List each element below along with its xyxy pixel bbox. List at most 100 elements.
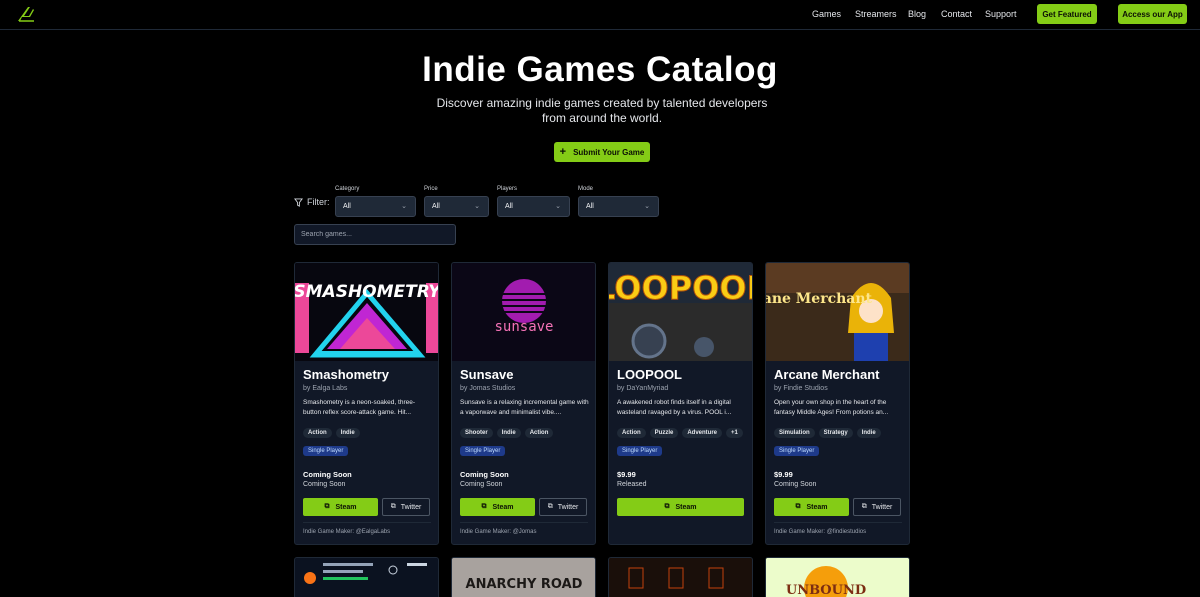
top-navbar: Games Streamers Blog Contact Support Get… <box>0 0 1200 30</box>
game-maker-link[interactable]: Indie Game Maker: @Jomas <box>460 529 536 535</box>
game-card-smashometry[interactable]: SMASHOMETRY Smashometry by Ealga Labs Sm… <box>294 262 439 545</box>
game-developer: by Findie Studios <box>774 385 828 392</box>
game-description: Sunsave is a relaxing incremental game w… <box>460 399 589 416</box>
steam-button[interactable]: ⧉ Steam <box>303 498 378 516</box>
players-value: All <box>505 203 513 210</box>
game-description: Open your own shop in the heart of the f… <box>774 399 889 416</box>
twitter-button[interactable]: ⧉ Twitter <box>853 498 901 516</box>
game-card-loopool[interactable]: LOOPOOL LOOPOOL by DaYanMyriad A awakene… <box>608 262 753 545</box>
game-description: A awakened robot finds itself in a digit… <box>617 399 732 416</box>
mode-select[interactable]: All ⌄ <box>578 196 659 217</box>
price-label: Price <box>424 186 438 192</box>
external-link-icon: ⧉ <box>861 503 867 510</box>
tag: Strategy <box>818 428 853 438</box>
tag-list: Simulation Strategy Indie <box>774 428 881 438</box>
twitter-label: Twitter <box>557 503 579 511</box>
game-card-arcane-merchant[interactable]: Arcane Merchant Arcane Merchant by Findi… <box>765 262 910 545</box>
tag: Simulation <box>774 428 815 438</box>
external-link-icon: ⧉ <box>547 503 553 510</box>
access-app-button[interactable]: Access our App <box>1118 4 1187 24</box>
steam-label: Steam <box>492 503 514 511</box>
divider <box>460 522 588 523</box>
game-title[interactable]: LOOPOOL <box>617 367 682 382</box>
search-input[interactable] <box>294 224 456 245</box>
chevron-down-icon: ⌄ <box>401 203 407 210</box>
nav-contact[interactable]: Contact <box>941 9 972 19</box>
game-developer: by Ealga Labs <box>303 385 348 392</box>
game-card-unbound[interactable]: UNBOUND <box>765 557 910 597</box>
tag: Action <box>303 428 332 438</box>
banner-text: SMASHOMETRY <box>295 282 439 302</box>
external-link-icon: ⧉ <box>795 503 801 510</box>
tag: Action <box>617 428 646 438</box>
mode-label: Mode <box>578 186 594 192</box>
steam-button[interactable]: ⧉ Steam <box>774 498 849 516</box>
nav-streamers[interactable]: Streamers <box>855 9 897 19</box>
game-title[interactable]: Sunsave <box>460 367 513 382</box>
twitter-label: Twitter <box>400 503 422 511</box>
game-card-row2-3[interactable] <box>608 557 753 597</box>
page-subtitle: Discover amazing indie games created by … <box>436 96 768 125</box>
steam-label: Steam <box>675 503 697 511</box>
banner-text: LOOPOOL <box>609 269 753 307</box>
submit-game-label: Submit Your Game <box>573 147 645 157</box>
price: Coming Soon <box>303 470 352 479</box>
tag-list: Action Puzzle Adventure +1 <box>617 428 743 438</box>
divider <box>774 522 902 523</box>
steam-button[interactable]: ⧉ Steam <box>617 498 744 516</box>
external-link-icon: ⧉ <box>664 503 670 510</box>
tag: +1 <box>726 428 743 438</box>
steam-label: Steam <box>806 503 828 511</box>
divider <box>303 522 431 523</box>
banner-text: sunsave <box>494 319 553 335</box>
chevron-down-icon: ⌄ <box>474 203 480 210</box>
game-description: Smashometry is a neon-soaked, three-butt… <box>303 399 415 416</box>
players-select[interactable]: All ⌄ <box>497 196 570 217</box>
mode-badge: Single Player <box>774 446 820 456</box>
banner-text: UNBOUND <box>786 583 866 597</box>
get-featured-button[interactable]: Get Featured <box>1037 4 1097 24</box>
game-title[interactable]: Arcane Merchant <box>774 367 879 382</box>
mode-badge: Single Player <box>617 446 663 456</box>
tag-list: Shooter Indie Action <box>460 428 554 438</box>
game-card-anarchy-road[interactable]: ANARCHY ROAD <box>451 557 596 597</box>
twitter-button[interactable]: ⧉ Twitter <box>539 498 587 516</box>
price-value: All <box>432 203 440 210</box>
game-banner: Arcane Merchant <box>766 263 909 361</box>
chevron-down-icon: ⌄ <box>555 203 561 210</box>
tag: Indie <box>856 428 881 438</box>
game-card-row2-1[interactable] <box>294 557 439 597</box>
game-title[interactable]: Smashometry <box>303 367 389 382</box>
game-banner <box>295 558 438 597</box>
game-maker-link[interactable]: Indie Game Maker: @findiestudios <box>774 529 866 535</box>
tag: Indie <box>335 428 360 438</box>
category-select[interactable]: All ⌄ <box>335 196 416 217</box>
game-developer: by DaYanMyriad <box>617 385 669 392</box>
release-status: Released <box>617 481 647 488</box>
external-link-icon: ⧉ <box>390 503 396 510</box>
price: $9.99 <box>617 470 636 479</box>
chevron-down-icon: ⌄ <box>644 203 650 210</box>
price-select[interactable]: All ⌄ <box>424 196 489 217</box>
filter-icon <box>294 197 303 207</box>
page-title: Indie Games Catalog <box>422 50 778 89</box>
logo-icon[interactable] <box>16 5 36 23</box>
game-banner: UNBOUND <box>766 558 909 597</box>
game-banner: ANARCHY ROAD <box>452 558 595 597</box>
submit-game-button[interactable]: + Submit Your Game <box>554 142 650 162</box>
nav-games[interactable]: Games <box>812 9 841 19</box>
steam-button[interactable]: ⧉ Steam <box>460 498 535 516</box>
game-maker-link[interactable]: Indie Game Maker: @EalgaLabs <box>303 529 390 535</box>
nav-blog[interactable]: Blog <box>908 9 926 19</box>
game-banner <box>609 558 752 597</box>
price: $9.99 <box>774 470 793 479</box>
nav-support[interactable]: Support <box>985 9 1017 19</box>
category-label: Category <box>335 186 360 192</box>
category-value: All <box>343 203 351 210</box>
game-card-sunsave[interactable]: sunsave Sunsave by Jomas Studios Sunsave… <box>451 262 596 545</box>
tag: Indie <box>496 428 521 438</box>
mode-value: All <box>586 203 594 210</box>
external-link-icon: ⧉ <box>481 503 487 510</box>
price: Coming Soon <box>460 470 509 479</box>
twitter-button[interactable]: ⧉ Twitter <box>382 498 430 516</box>
